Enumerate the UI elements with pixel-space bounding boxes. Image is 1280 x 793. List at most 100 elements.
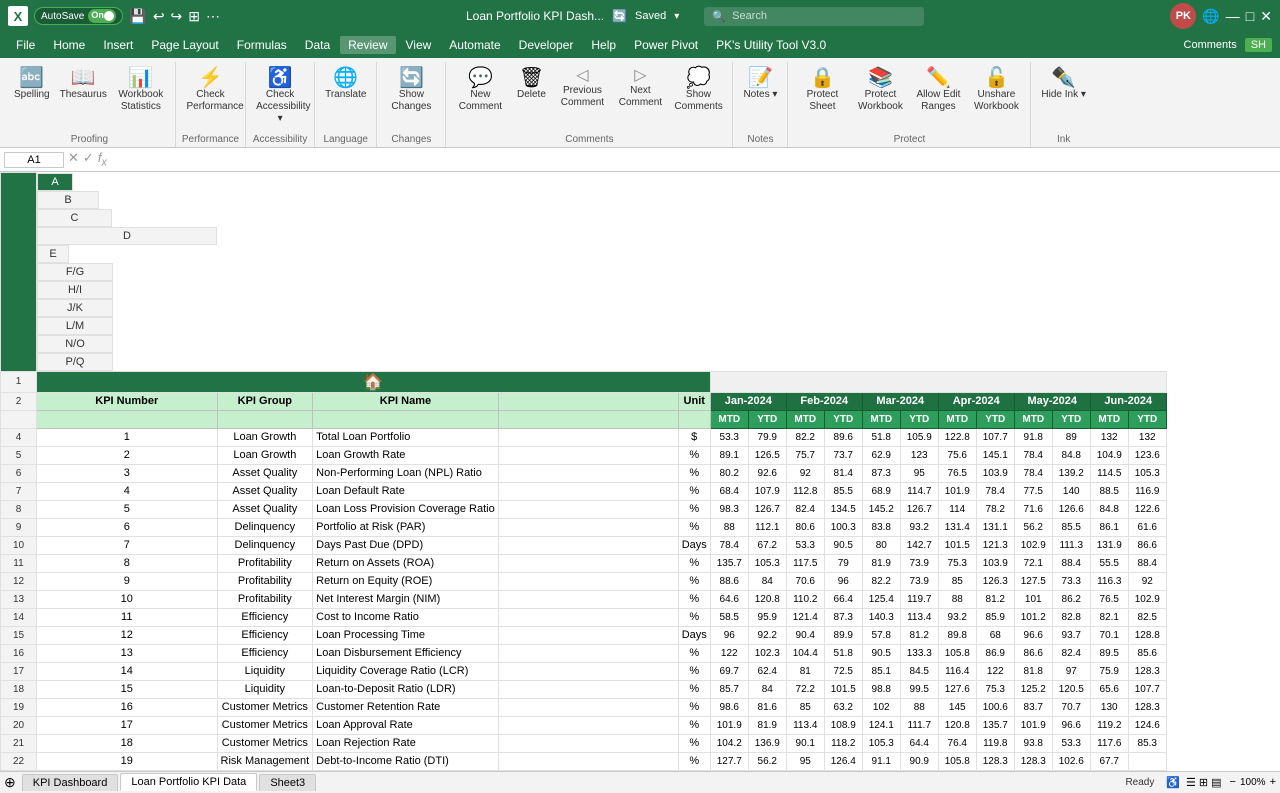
cell-a1[interactable]: 🏠 — [37, 371, 711, 392]
row-num-7[interactable]: 7 — [1, 482, 37, 500]
save-icon[interactable]: 💾 — [129, 8, 146, 25]
row-num-22[interactable]: 22 — [1, 752, 37, 770]
grid-wrapper[interactable]: A B C D E F/G H/I J/K L/M N/O P/Q — [0, 172, 1280, 771]
col-header-d[interactable]: D — [37, 227, 217, 245]
row-num-21[interactable]: 21 — [1, 734, 37, 752]
row-num-16[interactable]: 16 — [1, 644, 37, 662]
zoom-out-icon[interactable]: − — [1230, 776, 1236, 788]
prev-comment-button[interactable]: ◁ Previous Comment — [554, 66, 610, 111]
menu-page-layout[interactable]: Page Layout — [143, 36, 226, 54]
share-button[interactable]: SH — [1245, 38, 1272, 52]
check-performance-button[interactable]: ⚡ Check Performance — [182, 66, 238, 115]
unshare-workbook-button[interactable]: 🔓 Unshare Workbook — [968, 66, 1024, 115]
show-changes-icon: 🔄 — [399, 68, 424, 88]
grid-icon[interactable]: ⊞ — [188, 8, 200, 25]
header-unit — [498, 392, 678, 410]
redo-icon[interactable]: ↪ — [171, 8, 183, 25]
zoom-in-icon[interactable]: + — [1270, 776, 1276, 788]
menu-file[interactable]: File — [8, 36, 43, 54]
protect-workbook-button[interactable]: 📚 Protect Workbook — [852, 66, 908, 115]
formula-confirm-icon[interactable]: ✓ — [83, 150, 94, 169]
view-page-break-icon[interactable]: ▤ — [1211, 776, 1221, 789]
show-changes-button[interactable]: 🔄 Show Changes — [383, 66, 439, 115]
close-icon[interactable]: ✕ — [1260, 8, 1272, 25]
row-num-12[interactable]: 12 — [1, 572, 37, 590]
cell-reference-box[interactable]: A1 — [4, 152, 64, 168]
menu-formulas[interactable]: Formulas — [229, 36, 295, 54]
protect-sheet-button[interactable]: 🔒 Protect Sheet — [794, 66, 850, 115]
col-header-j[interactable]: J/K — [37, 299, 113, 317]
show-comments-button[interactable]: 💭 Show Comments — [670, 66, 726, 115]
hide-ink-button[interactable]: ✒️ Hide Ink ▾ — [1037, 66, 1089, 103]
tab-loan-portfolio[interactable]: Loan Portfolio KPI Data — [120, 773, 257, 791]
search-input[interactable] — [732, 10, 892, 22]
col-header-a[interactable]: A — [37, 173, 73, 191]
saved-dropdown-icon[interactable]: ▾ — [674, 11, 679, 22]
row-num-20[interactable]: 20 — [1, 716, 37, 734]
formula-input[interactable] — [111, 154, 1276, 166]
new-comment-button[interactable]: 💬 New Comment — [452, 66, 508, 115]
menu-pk-utility[interactable]: PK's Utility Tool V3.0 — [708, 36, 834, 54]
translate-button[interactable]: 🌐 Translate — [321, 66, 370, 103]
row-num-9[interactable]: 9 — [1, 518, 37, 536]
menu-home[interactable]: Home — [45, 36, 93, 54]
row-num-11[interactable]: 11 — [1, 554, 37, 572]
col-header-h[interactable]: H/I — [37, 281, 113, 299]
row-num-4[interactable]: 4 — [1, 428, 37, 446]
allow-edit-ranges-button[interactable]: ✏️ Allow Edit Ranges — [910, 66, 966, 115]
ribbon-group-language: 🌐 Translate Language — [315, 62, 377, 147]
tab-kpi-dashboard[interactable]: KPI Dashboard — [22, 774, 119, 791]
menu-developer[interactable]: Developer — [511, 36, 582, 54]
undo-icon[interactable]: ↩ — [153, 8, 165, 25]
delete-comment-button[interactable]: 🗑 Delete — [510, 66, 552, 103]
col-header-e[interactable]: E — [37, 245, 69, 263]
minimize-icon[interactable]: — — [1226, 8, 1240, 24]
view-normal-icon[interactable]: ☰ — [1186, 776, 1196, 789]
row-num-17[interactable]: 17 — [1, 662, 37, 680]
protect-sheet-icon: 🔒 — [810, 68, 835, 88]
row-num-14[interactable]: 14 — [1, 608, 37, 626]
menu-automate[interactable]: Automate — [441, 36, 508, 54]
row-num-15[interactable]: 15 — [1, 626, 37, 644]
tab-sheet3[interactable]: Sheet3 — [259, 774, 316, 791]
next-comment-button[interactable]: ▷ Next Comment — [612, 66, 668, 111]
autosave-toggle[interactable]: On — [88, 9, 116, 23]
row-num-18[interactable]: 18 — [1, 680, 37, 698]
thesaurus-button[interactable]: 📖 Thesaurus — [56, 66, 111, 103]
add-sheet-button[interactable]: ⊕ — [4, 774, 16, 791]
menu-data[interactable]: Data — [297, 36, 338, 54]
col-header-p[interactable]: P/Q — [37, 353, 113, 371]
check-performance-icon: ⚡ — [198, 68, 223, 88]
row-num-1[interactable]: 1 — [1, 371, 37, 392]
more-tools-icon[interactable]: ⋯ — [206, 8, 220, 25]
check-accessibility-button[interactable]: ♿ Check Accessibility ▾ — [252, 66, 308, 127]
col-header-c[interactable]: C — [37, 209, 112, 227]
menu-insert[interactable]: Insert — [95, 36, 141, 54]
view-page-layout-icon[interactable]: ⊞ — [1199, 776, 1208, 789]
row-num-10[interactable]: 10 — [1, 536, 37, 554]
formula-cancel-icon[interactable]: ✕ — [68, 150, 79, 169]
search-box[interactable]: 🔍 — [704, 7, 924, 26]
comments-button[interactable]: Comments — [1184, 39, 1237, 51]
row-num-2[interactable]: 2 — [1, 392, 37, 410]
accessibility-check-icon[interactable]: ♿ — [1166, 776, 1180, 789]
menu-power-pivot[interactable]: Power Pivot — [626, 36, 706, 54]
row-num-5[interactable]: 5 — [1, 446, 37, 464]
row-num-8[interactable]: 8 — [1, 500, 37, 518]
col-header-b[interactable]: B — [37, 191, 99, 209]
maximize-icon[interactable]: □ — [1246, 8, 1254, 24]
spelling-button[interactable]: 🔤 Spelling — [10, 66, 54, 103]
menu-view[interactable]: View — [398, 36, 440, 54]
col-header-f[interactable]: F/G — [37, 263, 113, 281]
row-num-sub[interactable] — [1, 410, 37, 428]
formula-function-icon[interactable]: fx — [98, 150, 107, 169]
notes-button[interactable]: 📝 Notes ▾ — [739, 66, 781, 103]
row-num-13[interactable]: 13 — [1, 590, 37, 608]
col-header-l[interactable]: L/M — [37, 317, 113, 335]
statistics-button[interactable]: 📊 Workbook Statistics — [113, 66, 169, 115]
menu-review[interactable]: Review — [340, 36, 395, 54]
col-header-n[interactable]: N/O — [37, 335, 113, 353]
row-num-19[interactable]: 19 — [1, 698, 37, 716]
row-num-6[interactable]: 6 — [1, 464, 37, 482]
menu-help[interactable]: Help — [583, 36, 624, 54]
